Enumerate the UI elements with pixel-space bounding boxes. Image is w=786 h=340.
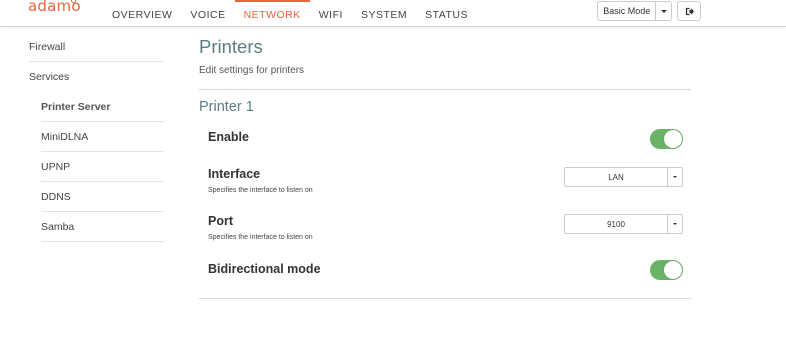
- toggle-knob: [664, 261, 682, 279]
- sidebar-item-samba[interactable]: Samba: [41, 212, 164, 242]
- sidebar: Firewall Services Printer Server MiniDLN…: [29, 32, 164, 242]
- toggle-knob: [664, 130, 682, 148]
- interface-select-value: LAN: [608, 172, 624, 182]
- interface-label: Interface: [208, 167, 261, 181]
- nav-wifi[interactable]: WIFI: [310, 0, 352, 27]
- nav-status[interactable]: STATUS: [416, 0, 477, 27]
- mode-select-value: Basic Mode: [603, 6, 651, 16]
- nav-network[interactable]: NETWORK: [234, 0, 310, 27]
- nav-voice[interactable]: VOICE: [181, 0, 234, 27]
- chevron-down-icon: [660, 9, 667, 13]
- port-description: Specifies the interface to listen on: [208, 234, 313, 241]
- chevron-down-icon: [673, 223, 677, 225]
- enable-toggle[interactable]: [650, 129, 683, 149]
- page-subtitle: Edit settings for printers: [199, 65, 305, 76]
- logout-button[interactable]: [677, 1, 701, 21]
- sign-out-icon: [685, 7, 694, 15]
- port-select-value: 9100: [607, 219, 625, 229]
- sidebar-item-firewall[interactable]: Firewall: [29, 32, 164, 62]
- printer-section-title: Printer 1: [199, 99, 254, 115]
- main-nav: OVERVIEW VOICE NETWORK WIFI SYSTEM STATU…: [103, 0, 477, 27]
- interface-select-toggle[interactable]: [667, 168, 682, 186]
- nav-system[interactable]: SYSTEM: [352, 0, 416, 27]
- port-select[interactable]: 9100: [564, 214, 683, 234]
- chevron-down-icon: [673, 176, 677, 178]
- nav-overview[interactable]: OVERVIEW: [103, 0, 181, 27]
- interface-description: Specifies the interface to listen on: [208, 187, 313, 194]
- enable-label: Enable: [208, 130, 249, 144]
- bidirectional-toggle[interactable]: [650, 260, 683, 280]
- port-label: Port: [208, 214, 233, 228]
- sidebar-item-minidlna[interactable]: MiniDLNA: [41, 122, 164, 152]
- sidebar-item-ddns[interactable]: DDNS: [41, 182, 164, 212]
- page-title: Printers: [199, 36, 263, 57]
- sidebar-section-services[interactable]: Services: [29, 62, 164, 92]
- main-content: Printers Edit settings for printers Prin…: [199, 32, 691, 299]
- header-divider: [199, 89, 691, 90]
- bidirectional-label: Bidirectional mode: [208, 262, 321, 276]
- mode-select-toggle[interactable]: [655, 2, 671, 20]
- interface-select[interactable]: LAN: [564, 167, 683, 187]
- sidebar-item-upnp[interactable]: UPNP: [41, 152, 164, 182]
- mode-select[interactable]: Basic Mode: [597, 1, 672, 21]
- footer-divider: [199, 298, 691, 299]
- sidebar-item-printer-server[interactable]: Printer Server: [41, 92, 164, 122]
- top-navigation-bar: adamo OVERVIEW VOICE NETWORK WIFI SYSTEM…: [0, 0, 786, 27]
- port-select-toggle[interactable]: [667, 215, 682, 233]
